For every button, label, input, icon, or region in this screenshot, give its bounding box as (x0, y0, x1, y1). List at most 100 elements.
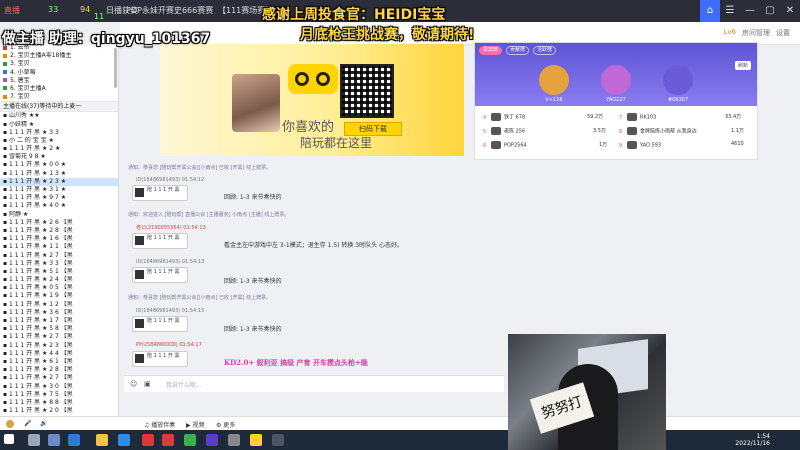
more-button[interactable]: ⚙ 更多 (216, 420, 235, 429)
mic-icon[interactable]: 🎤 (24, 420, 31, 427)
maximize-icon[interactable]: ▢ (760, 0, 780, 22)
chat-username[interactable]: ID(18486981493) 01:54:12 (136, 177, 204, 183)
sidebar-user-row[interactable]: 4. 小草莓 (0, 69, 118, 77)
chat-username[interactable]: 老公(2190055564) 01:54:13 (136, 224, 206, 231)
music-button[interactable]: ♫ 播放伴奏 (144, 420, 175, 429)
ranking-podium: 贵宾榜 贡献榜 活跃榜 刷新 V+116 YAO227 #08307 (475, 43, 757, 106)
image-icon[interactable]: ▣ (144, 380, 151, 388)
mic-queue-row[interactable]: ▪ 1 1 1 开 黑 ★ 2 4 【黑 (0, 276, 118, 284)
tab-2[interactable]: POP永妹开赛史666赛赛 (126, 5, 213, 16)
mic-queue-row[interactable]: ▪ 雪菊花 9 8 ★ (0, 153, 118, 161)
user-card[interactable]: 陪 1 1 1 开 黑 (132, 233, 188, 249)
mic-queue-row[interactable]: ▪ 1 1 1 开 黑 ★ 2 7 【黑 (0, 333, 118, 341)
mic-queue-row[interactable]: ▪ 1 1 1 开 黑 ★ 8 8 【黑 (0, 399, 118, 407)
scrollbar[interactable] (114, 48, 117, 88)
minimize-icon[interactable]: — (740, 0, 760, 22)
mic-queue-row[interactable]: ▪ 1 1 1 开 黑 ★ 1 7 【黑 (0, 317, 118, 325)
mic-queue-row[interactable]: ▪ 1 1 1 开 黑 ★ 1 9 【黑 (0, 292, 118, 300)
mic-queue-row[interactable]: ▪ 小妖精 ★ (0, 121, 118, 129)
mic-queue-row[interactable]: ▪ 1 1 1 开 黑 ★ 2 8 【黑 (0, 366, 118, 374)
home-icon[interactable]: ⌂ (700, 0, 720, 22)
podium-medal-2 (601, 65, 631, 95)
rank-entry[interactable]: 4 铁丁 678 (483, 113, 525, 125)
mic-queue-row[interactable]: ▪ 1 1 1 开 黑 ★ 4 4 【黑 (0, 350, 118, 358)
mic-queue-row[interactable]: ▪ 1 1 1 开 黑 ★ 7 5 【黑 (0, 391, 118, 399)
chat-username[interactable]: ID(18486981493) 01:54:15 (136, 308, 204, 314)
weibo-icon[interactable] (162, 434, 174, 446)
ad-banner[interactable]: 你喜欢的 陪玩都在这里 扫码下载 (160, 44, 464, 156)
chat-username[interactable]: ID(18486981493) 01:54:13 (136, 259, 204, 265)
edge-icon[interactable] (68, 434, 80, 446)
sidebar-user-row[interactable]: 7. 宝贝 (0, 93, 118, 101)
volume-icon[interactable]: 🔊 (40, 420, 47, 427)
sidebar-user-row[interactable]: 3. 宝贝 (0, 60, 118, 68)
rank-entry[interactable]: 6 POP2564 (483, 141, 527, 153)
mic-queue-row[interactable]: ▪ 1 1 1 开 黑 ★ 5 8 【黑 (0, 325, 118, 333)
app-icon[interactable] (118, 434, 130, 446)
scan-download-button[interactable]: 扫码下载 (344, 122, 402, 136)
folder-icon[interactable] (96, 434, 108, 446)
mic-queue-row[interactable]: ▪ 1 1 1 开 黑 ★ 3 1 ★ (0, 186, 118, 194)
mic-queue-row[interactable]: ▪ 1 1 1 开 黑 ★ 3 3 (0, 129, 118, 137)
chat-username[interactable]: PP(2584800000) 01:54:17 (136, 342, 202, 348)
app-icon[interactable] (228, 434, 240, 446)
close-icon[interactable]: ✕ (780, 0, 800, 22)
mic-queue-row[interactable]: ▪ 1 1 1 开 黑 ★ 2 8 【黑 (0, 227, 118, 235)
mic-queue-row[interactable]: ▪ 1 1 1 开 黑 ★ 2 3 ★ (0, 177, 118, 186)
mic-queue-row[interactable]: ▪ 1 1 1 开 黑 ★ 6 1 【黑 (0, 358, 118, 366)
mic-queue-row[interactable]: ▪ 1 1 1 开 黑 ★ 1 6 【黑 (0, 235, 118, 243)
mic-queue-row[interactable]: ▪ 1 1 1 开 黑 ★ 3 3 【黑 (0, 260, 118, 268)
tab-vip-rank[interactable]: 贵宾榜 (479, 46, 503, 55)
mic-queue-row[interactable]: ▪ 1 1 1 开 黑 ★ 2 ★ (0, 145, 118, 153)
user-card[interactable]: 陪 1 1 1 开 黑 (132, 351, 188, 367)
mic-queue-row[interactable]: ▪ 1 1 1 开 黑 ★ 2 0 【黑 (0, 407, 118, 415)
mic-queue-row[interactable]: ▪ 1 1 1 开 黑 ★ 5 1 【黑 (0, 268, 118, 276)
live-app-icon[interactable] (250, 434, 262, 446)
windows-start-icon[interactable] (4, 434, 14, 444)
rank-entry[interactable]: 5 老陈 256 (483, 127, 525, 139)
mic-queue-row[interactable]: ▪ 1 1 1 开 黑 ★ 3 0 【黑 (0, 383, 118, 391)
mic-queue-row[interactable]: ▪ 1 1 1 开 黑 ★ 4 0 ★ (0, 202, 118, 210)
mic-queue-row[interactable]: ▪ 1 1 1 开 黑 ★ 2 7 【黑 (0, 374, 118, 382)
room-manage-link[interactable]: 房间管理 (742, 28, 770, 38)
sidebar-user-row[interactable]: 5. 唐宝 (0, 77, 118, 85)
user-card[interactable]: 陪 1 1 1 开 黑 (132, 185, 188, 201)
avatar[interactable] (6, 420, 14, 428)
rank-entry[interactable]: 8 金牌陪练小雨帮 从我身边 (619, 127, 714, 139)
settings-link[interactable]: 设置 (776, 28, 790, 38)
chat-app-icon[interactable] (184, 434, 196, 446)
sidebar-user-row[interactable]: 6. 宝贝主播A (0, 85, 118, 93)
mic-queue-row[interactable]: ▪ 1 1 1 开 黑 ★ 1 2 【黑 (0, 301, 118, 309)
mic-queue-row[interactable]: ▪ 小 二 的 宝 宝 ★ (0, 137, 118, 145)
video-button[interactable]: ▶ 视频 (186, 420, 205, 429)
menu-icon[interactable]: ☰ (720, 0, 740, 22)
tab-active-rank[interactable]: 活跃榜 (533, 46, 557, 55)
user-card[interactable]: 陪 1 1 1 开 黑 (132, 316, 188, 332)
mic-queue-row[interactable]: ▪ 1 1 1 开 黑 ★ 2 3 【黑 (0, 342, 118, 350)
rank-entry[interactable]: 9 YAO 593 (619, 141, 661, 153)
mic-queue-row[interactable]: ▪ 1 1 1 开 黑 ★ 2 6 【黑 (0, 219, 118, 227)
system-clock[interactable]: 1:54 2022/11/16 (735, 433, 770, 447)
sidebar-user-row[interactable]: 2. 宝贝主播A零18播主 (0, 52, 118, 60)
mic-queue-row[interactable]: ▪ 1 1 1 开 黑 ★ 1 3 ★ (0, 170, 118, 178)
mic-queue-row[interactable]: ▪ 1 1 1 开 黑 ★ 3 6 【黑 (0, 309, 118, 317)
tab-contribution-rank[interactable]: 贡献榜 (506, 46, 530, 55)
app-icon[interactable] (272, 434, 284, 446)
game-icon[interactable] (206, 434, 218, 446)
emoji-icon[interactable]: ☺ (130, 380, 137, 388)
rank-entry[interactable]: 7 RK103 (619, 113, 656, 125)
mic-queue-row[interactable]: ▪ 1 1 1 开 黑 ★ 1 1 【黑 (0, 243, 118, 251)
mic-queue-row[interactable]: ▪ 1 1 1 开 黑 ★ 9 7 ★ (0, 194, 118, 202)
task-view-icon[interactable] (48, 434, 60, 446)
search-icon[interactable] (28, 434, 40, 446)
music-app-icon[interactable] (142, 434, 154, 446)
chat-input[interactable]: 我说什么呢... (166, 380, 202, 389)
user-card[interactable]: 陪 1 1 1 开 黑 (132, 267, 188, 283)
mic-queue-row[interactable]: ▪ 阿静 ★ (0, 211, 118, 219)
mic-queue-row[interactable]: ▪ 1 1 1 开 黑 ★ 0 0 ★ (0, 161, 118, 169)
refresh-button[interactable]: 刷新 (734, 61, 751, 70)
mic-queue-row[interactable]: ▪ 1 1 1 开 黑 ★ 0 5 【黑 (0, 284, 118, 292)
mic-queue-row[interactable]: ▪ 1 1 1 开 黑 ★ 2 7 【黑 (0, 252, 118, 260)
mic-queue-row[interactable]: ▪ 山川秀 ★★ (0, 112, 118, 120)
chat-input-bar[interactable]: ☺ ▣ 我说什么呢... (124, 375, 504, 392)
